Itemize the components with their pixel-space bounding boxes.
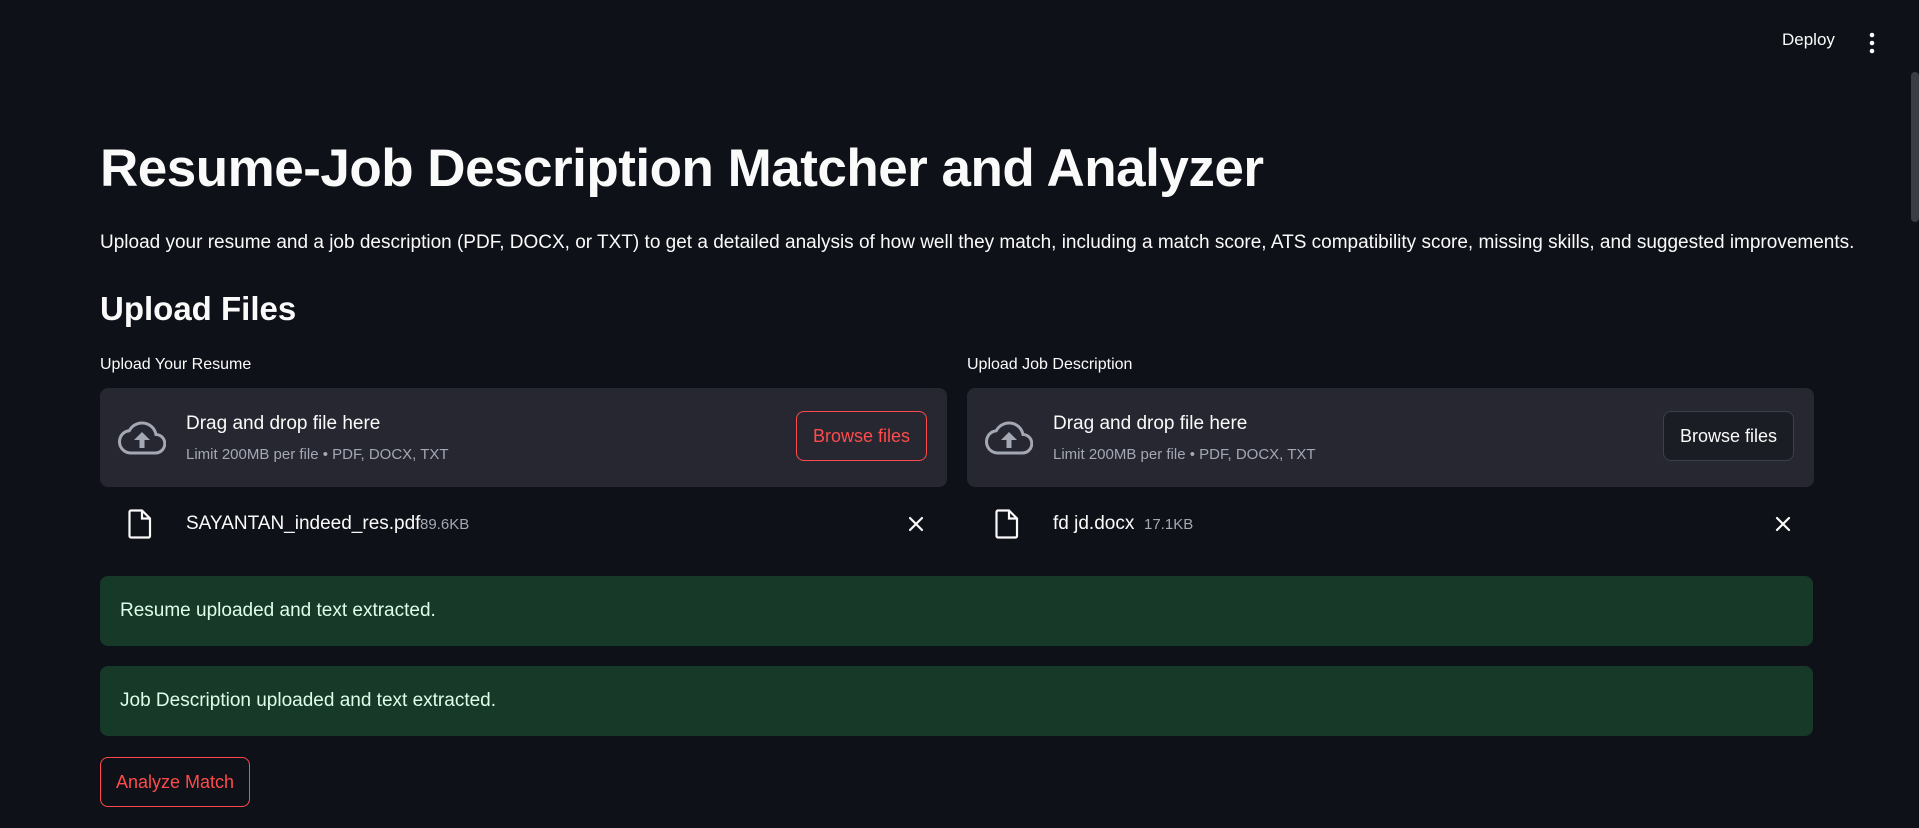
dropzone[interactable]: Drag and drop file here Limit 200MB per … [100, 388, 947, 487]
uploader-label: Upload Job Description [967, 356, 1133, 373]
dropzone[interactable]: Drag and drop file here Limit 200MB per … [967, 388, 1814, 487]
section-title: Upload Files [100, 290, 297, 327]
analyze-match-button[interactable]: Analyze Match [100, 757, 251, 807]
close-icon[interactable] [1774, 515, 1792, 533]
file-size: 89.6KB [420, 516, 470, 533]
browse-files-button[interactable]: Browse files [1662, 411, 1794, 461]
dropzone-title: Drag and drop file here [1053, 413, 1248, 434]
file-icon [128, 509, 152, 539]
success-alert: Job Description uploaded and text extrac… [100, 666, 1813, 736]
page-description: Upload your resume and a job description… [100, 232, 1855, 253]
success-alert: Resume uploaded and text extracted. [100, 576, 1813, 646]
file-size: 17.1KB [1144, 516, 1194, 533]
browse-files-button[interactable]: Browse files [795, 411, 927, 461]
vertical-ellipsis-icon[interactable] [1866, 32, 1878, 54]
resume-uploader: Upload Your Resume Drag and drop file he… [100, 356, 947, 559]
file-name: fd jd.docx [1053, 513, 1135, 534]
close-icon[interactable] [907, 515, 925, 533]
top-bar: Deploy [0, 0, 1919, 84]
cloud-upload-icon [984, 418, 1034, 458]
job-description-uploader: Upload Job Description Drag and drop fil… [967, 356, 1814, 559]
uploaded-file-row: SAYANTAN_indeed_res.pdf 89.6KB [100, 487, 947, 559]
uploader-label: Upload Your Resume [100, 356, 252, 373]
page-title: Resume-Job Description Matcher and Analy… [100, 139, 1264, 198]
cloud-upload-icon [117, 418, 167, 458]
deploy-button[interactable]: Deploy [1782, 30, 1835, 50]
dropzone-title: Drag and drop file here [186, 413, 381, 434]
dropzone-subtitle: Limit 200MB per file • PDF, DOCX, TXT [1053, 446, 1316, 463]
uploaded-file-row: fd jd.docx 17.1KB [967, 487, 1814, 559]
file-icon [995, 509, 1019, 539]
dropzone-subtitle: Limit 200MB per file • PDF, DOCX, TXT [186, 446, 449, 463]
file-name: SAYANTAN_indeed_res.pdf [186, 513, 421, 534]
scrollbar[interactable] [1911, 72, 1919, 222]
